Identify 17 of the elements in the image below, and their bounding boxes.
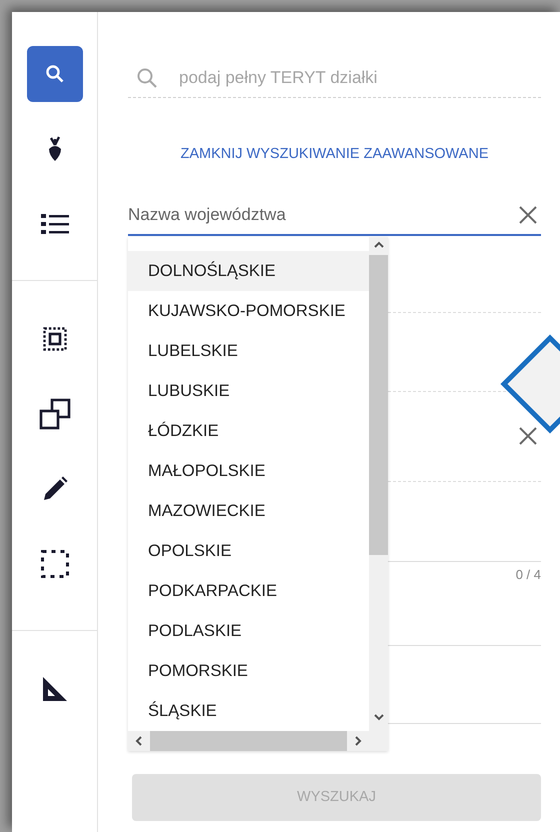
dashed-rectangle-icon xyxy=(40,550,68,578)
vertical-scrollbar[interactable] xyxy=(369,237,388,751)
close-advanced-search-link[interactable]: ZAMKNIJ WYSZUKIWANIE ZAAWANSOWANE xyxy=(180,144,488,166)
overlapping-squares-icon xyxy=(38,398,70,430)
list-icon xyxy=(40,212,68,236)
search-icon xyxy=(136,67,158,89)
beet-icon xyxy=(46,136,62,162)
horizontal-scrollbar[interactable] xyxy=(128,731,369,751)
voivodeship-field[interactable]: Nazwa województwa xyxy=(128,196,541,236)
pencil-icon xyxy=(42,476,68,502)
close-icon[interactable] xyxy=(518,204,538,225)
close-icon[interactable] xyxy=(518,426,538,446)
voivodeship-option[interactable]: DOLNOŚLĄSKIE xyxy=(128,251,369,291)
character-counter: 0 / 4 xyxy=(516,566,541,584)
search-icon xyxy=(44,64,64,84)
teryt-search-field[interactable]: podaj pełny TERYT działki xyxy=(128,58,541,98)
dotted-square-icon xyxy=(42,327,66,351)
